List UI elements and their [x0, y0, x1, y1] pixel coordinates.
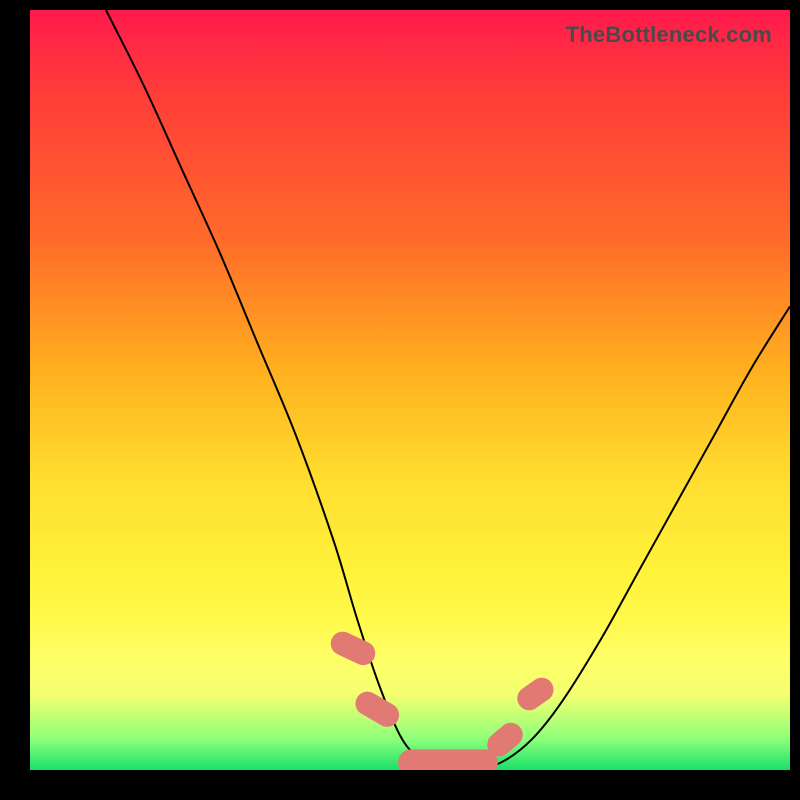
curve-marker: [513, 674, 557, 714]
curve-marker: [483, 719, 527, 761]
curve-layer: [30, 10, 790, 770]
chart-frame: TheBottleneck.com: [0, 0, 800, 800]
plot-area: TheBottleneck.com: [30, 10, 790, 770]
curve-marker: [399, 750, 498, 770]
curve-marker: [352, 688, 403, 731]
curve-marker: [328, 628, 379, 668]
marker-group: [328, 628, 558, 770]
bottleneck-curve: [106, 10, 790, 770]
watermark-text: TheBottleneck.com: [566, 22, 772, 48]
